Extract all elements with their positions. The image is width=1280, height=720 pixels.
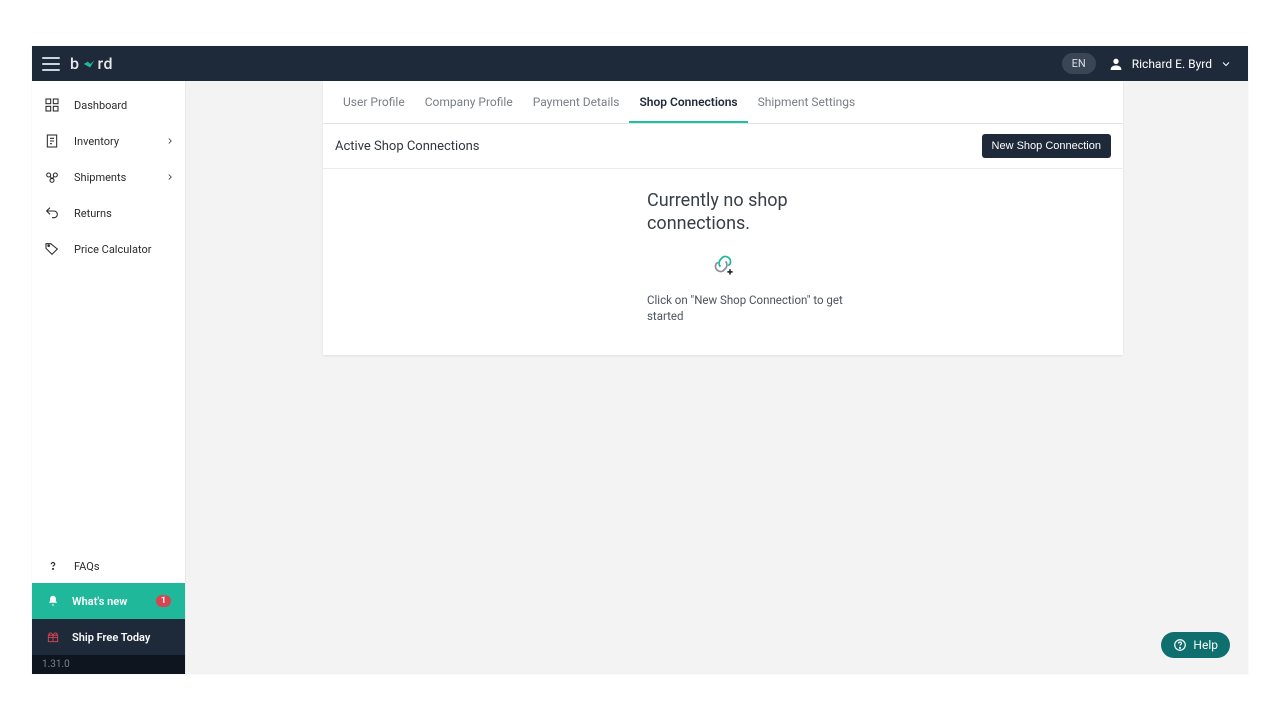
- language-selector[interactable]: EN: [1062, 53, 1096, 74]
- version-label: 1.31.0: [32, 655, 185, 674]
- whats-new-badge: 1: [156, 595, 171, 607]
- sidebar-item-label: Returns: [74, 207, 112, 220]
- new-shop-connection-button[interactable]: New Shop Connection: [982, 134, 1111, 158]
- link-plus-icon: [709, 250, 1113, 282]
- help-icon: [1173, 638, 1187, 652]
- chevron-right-icon: [165, 172, 175, 182]
- empty-subtitle: Click on "New Shop Connection" to get st…: [647, 292, 847, 325]
- main-content: User Profile Company Profile Payment Det…: [186, 81, 1248, 674]
- section-title: Active Shop Connections: [335, 139, 480, 154]
- sidebar-item-dashboard[interactable]: Dashboard: [32, 87, 185, 123]
- bell-icon: [46, 594, 60, 608]
- empty-state: Currently no shop connections. Click on …: [323, 169, 1123, 355]
- sidebar-item-label: Dashboard: [74, 99, 127, 112]
- empty-title: Currently no shop connections.: [647, 189, 867, 236]
- sidebar-item-shipments[interactable]: Shipments: [32, 159, 185, 195]
- brand-prefix: b: [70, 54, 80, 73]
- gift-icon: [46, 630, 60, 644]
- question-icon: [46, 559, 60, 573]
- tab-user-profile[interactable]: User Profile: [333, 81, 415, 123]
- sidebar-item-whats-new[interactable]: What's new 1: [32, 583, 185, 619]
- tab-shipment-settings[interactable]: Shipment Settings: [748, 81, 866, 123]
- sidebar-item-returns[interactable]: Returns: [32, 195, 185, 231]
- ship-free-label: Ship Free Today: [72, 631, 150, 644]
- sidebar-item-label: Price Calculator: [74, 243, 151, 256]
- sidebar: Dashboard Inventory Shipments Returns: [32, 81, 186, 674]
- sidebar-item-faqs[interactable]: FAQs: [32, 549, 185, 583]
- chevron-down-icon: [1220, 58, 1232, 70]
- returns-icon: [44, 205, 60, 221]
- avatar-icon: [1108, 56, 1124, 72]
- whats-new-label: What's new: [72, 595, 127, 608]
- faqs-label: FAQs: [74, 560, 100, 573]
- sidebar-item-inventory[interactable]: Inventory: [32, 123, 185, 159]
- tag-icon: [44, 241, 60, 257]
- sidebar-item-price-calculator[interactable]: Price Calculator: [32, 231, 185, 267]
- sidebar-item-label: Shipments: [74, 171, 126, 184]
- user-menu[interactable]: Richard E. Byrd: [1108, 56, 1232, 72]
- sidebar-item-ship-free[interactable]: Ship Free Today: [32, 619, 185, 655]
- brand-suffix: rd: [98, 54, 114, 73]
- section-header: Active Shop Connections New Shop Connect…: [323, 124, 1123, 169]
- bird-icon: [82, 57, 96, 71]
- settings-card: User Profile Company Profile Payment Det…: [323, 81, 1123, 355]
- tab-shop-connections[interactable]: Shop Connections: [629, 81, 747, 123]
- dashboard-icon: [44, 97, 60, 113]
- help-label: Help: [1193, 638, 1218, 652]
- shipments-icon: [44, 169, 60, 185]
- menu-toggle[interactable]: [42, 57, 60, 71]
- tab-company-profile[interactable]: Company Profile: [415, 81, 523, 123]
- sidebar-item-label: Inventory: [74, 135, 119, 148]
- tab-payment-details[interactable]: Payment Details: [523, 81, 630, 123]
- brand-logo[interactable]: b rd: [70, 54, 113, 73]
- chevron-right-icon: [165, 136, 175, 146]
- tabs: User Profile Company Profile Payment Det…: [323, 81, 1123, 124]
- inventory-icon: [44, 133, 60, 149]
- help-button[interactable]: Help: [1161, 632, 1230, 658]
- topbar: b rd EN Richard E. Byrd: [32, 46, 1248, 81]
- user-name: Richard E. Byrd: [1132, 57, 1212, 71]
